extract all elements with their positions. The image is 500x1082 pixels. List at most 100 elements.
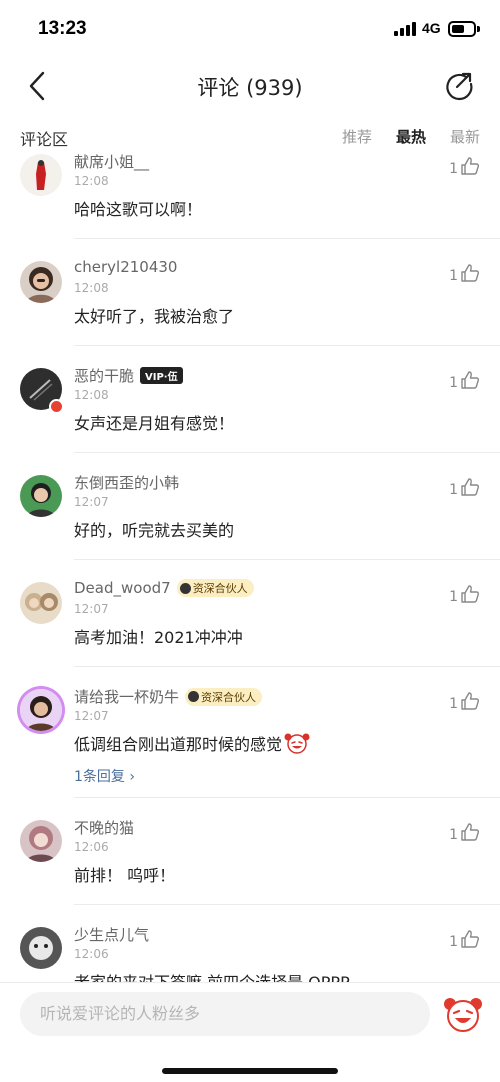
comment-list-viewport[interactable]: 献席小姐__ 12:08 哈哈这歌可以啊！ 1 cheryl210430 12:… <box>0 152 500 982</box>
like-button[interactable]: 1 <box>449 156 480 176</box>
thumbs-up-icon <box>461 692 480 710</box>
signal-icon <box>394 22 418 36</box>
comment-time: 12:07 <box>74 709 109 723</box>
thumbs-up-icon <box>461 371 480 389</box>
like-count: 1 <box>449 589 458 605</box>
comment-time: 12:07 <box>74 602 109 616</box>
share-button[interactable] <box>444 70 474 102</box>
tab-newest[interactable]: 最新 <box>450 126 480 147</box>
partner-badge[interactable]: 资深合伙人 <box>185 687 263 706</box>
comment-time: 12:07 <box>74 495 109 509</box>
comment-text: 高考加油！2021冲冲冲 <box>74 624 243 648</box>
like-count: 1 <box>449 375 458 391</box>
emoji-icon <box>444 998 482 1032</box>
emoji-button[interactable] <box>442 994 484 1034</box>
chevron-right-icon: › <box>129 769 135 785</box>
partner-badge-icon <box>179 582 191 594</box>
comment-username[interactable]: 东倒西歪的小韩 <box>74 472 179 493</box>
status-bar: 13:23 4G <box>0 0 500 60</box>
page-title: 评论 (939) <box>197 76 303 100</box>
comment-username[interactable]: 少生点儿气 <box>74 924 149 945</box>
comment-time: 12:06 <box>74 947 109 961</box>
thumbs-up-icon <box>461 264 480 282</box>
comment-time: 12:08 <box>74 174 109 188</box>
like-button[interactable]: 1 <box>449 822 480 842</box>
home-indicator <box>162 1068 338 1074</box>
comment-text: 低调组合刚出道那时候的感觉 <box>74 731 310 755</box>
comment-item[interactable]: 恶的干脆 VIP·伍 12:08 女声还是月姐有感觉！ 1 <box>0 346 500 453</box>
nav-bar: 评论 (939) <box>0 60 500 112</box>
avatar[interactable] <box>20 927 62 969</box>
comment-item[interactable]: cheryl210430 12:08 太好听了，我被治愈了 1 <box>0 239 500 346</box>
like-button[interactable]: 1 <box>449 691 480 711</box>
view-replies-link[interactable]: 1条回复 › <box>74 766 135 786</box>
comment-item[interactable]: Dead_wood7 资深合伙人 12:07 高考加油！2021冲冲冲 1 <box>0 560 500 667</box>
tab-recommended[interactable]: 推荐 <box>342 126 372 147</box>
avatar[interactable] <box>20 689 62 731</box>
partner-badge[interactable]: 资深合伙人 <box>176 579 254 597</box>
vip-badge[interactable]: VIP·伍 <box>140 367 183 384</box>
comment-time: 12:08 <box>74 281 109 295</box>
thumbs-up-icon <box>461 157 480 175</box>
comment-username[interactable]: 恶的干脆 VIP·伍 <box>74 365 183 386</box>
comment-text: 哈哈这歌可以啊！ <box>74 196 202 220</box>
like-button[interactable]: 1 <box>449 477 480 497</box>
comment-text: 女声还是月姐有感觉！ <box>74 410 234 434</box>
comment-text: 老家的来对下签嘛 前四个选择是 OPPP <box>74 969 350 982</box>
username-text: 东倒西歪的小韩 <box>74 474 180 492</box>
comment-time: 12:06 <box>74 840 109 854</box>
share-icon <box>446 72 473 101</box>
thumbs-up-icon <box>461 478 480 496</box>
thumbs-up-icon <box>461 823 480 841</box>
partner-badge-icon <box>188 691 200 702</box>
like-button[interactable]: 1 <box>449 263 480 283</box>
username-text: cheryl210430 <box>74 258 178 276</box>
comment-text-content: 好的，听完就去买美的 <box>74 521 235 540</box>
replies-label: 1条回复 <box>74 769 125 785</box>
avatar[interactable] <box>20 261 62 303</box>
comment-text-content: 低调组合刚出道那时候的感觉 <box>74 735 283 754</box>
comment-item[interactable]: 请给我一杯奶牛 资深合伙人 12:07 低调组合刚出道那时候的感觉 1条回复 › … <box>0 667 500 798</box>
like-count: 1 <box>449 161 458 177</box>
thumbs-up-icon <box>461 930 480 948</box>
comment-username[interactable]: 不晚的猫 <box>74 817 134 838</box>
comment-time: 12:08 <box>74 388 109 402</box>
partner-badge-label: 资深合伙人 <box>192 582 248 595</box>
like-button[interactable]: 1 <box>449 929 480 949</box>
comment-item[interactable]: 少生点儿气 12:06 老家的来对下签嘛 前四个选择是 OPPP 1 <box>0 905 500 982</box>
username-text: 恶的干脆 <box>74 367 135 385</box>
comment-item[interactable]: 献席小姐__ 12:08 哈哈这歌可以啊！ 1 <box>0 152 500 239</box>
username-text: 少生点儿气 <box>74 926 150 944</box>
tab-hottest[interactable]: 最热 <box>396 126 426 147</box>
like-count: 1 <box>449 934 458 950</box>
comment-input-bar: 听说爱评论的人粉丝多 <box>0 982 500 1082</box>
username-text: 献席小姐__ <box>74 153 150 171</box>
comment-text-content: 高考加油！2021冲冲冲 <box>74 628 243 647</box>
comment-item[interactable]: 不晚的猫 12:06 前排！ 呜呼！ 1 <box>0 798 500 905</box>
music-badge-icon <box>49 399 64 414</box>
comment-text: 好的，听完就去买美的 <box>74 517 234 541</box>
comment-username[interactable]: 献席小姐__ <box>74 152 149 172</box>
section-title: 评论区 <box>20 130 69 149</box>
avatar[interactable] <box>20 475 62 517</box>
avatar[interactable] <box>20 820 62 862</box>
comment-username[interactable]: 请给我一杯奶牛 资深合伙人 <box>74 686 263 707</box>
avatar[interactable] <box>20 154 62 196</box>
comment-username[interactable]: cheryl210430 <box>74 258 177 276</box>
comment-input[interactable]: 听说爱评论的人粉丝多 <box>20 992 430 1036</box>
comment-list: 献席小姐__ 12:08 哈哈这歌可以啊！ 1 cheryl210430 12:… <box>0 152 500 982</box>
avatar[interactable] <box>20 582 62 624</box>
username-text: 请给我一杯奶牛 <box>74 688 180 706</box>
comment-text-content: 太好听了，我被治愈了 <box>74 307 235 326</box>
comment-text: 太好听了，我被治愈了 <box>74 303 234 327</box>
username-text: Dead_wood7 <box>74 579 171 597</box>
comment-item[interactable]: 东倒西歪的小韩 12:07 好的，听完就去买美的 1 <box>0 453 500 560</box>
like-count: 1 <box>449 827 458 843</box>
like-count: 1 <box>449 268 458 284</box>
like-button[interactable]: 1 <box>449 370 480 390</box>
like-count: 1 <box>449 482 458 498</box>
like-button[interactable]: 1 <box>449 584 480 604</box>
comment-section-header: 评论区 推荐 最热 最新 <box>0 122 500 152</box>
username-text: 不晚的猫 <box>74 819 135 837</box>
comment-username[interactable]: Dead_wood7 资深合伙人 <box>74 579 254 597</box>
